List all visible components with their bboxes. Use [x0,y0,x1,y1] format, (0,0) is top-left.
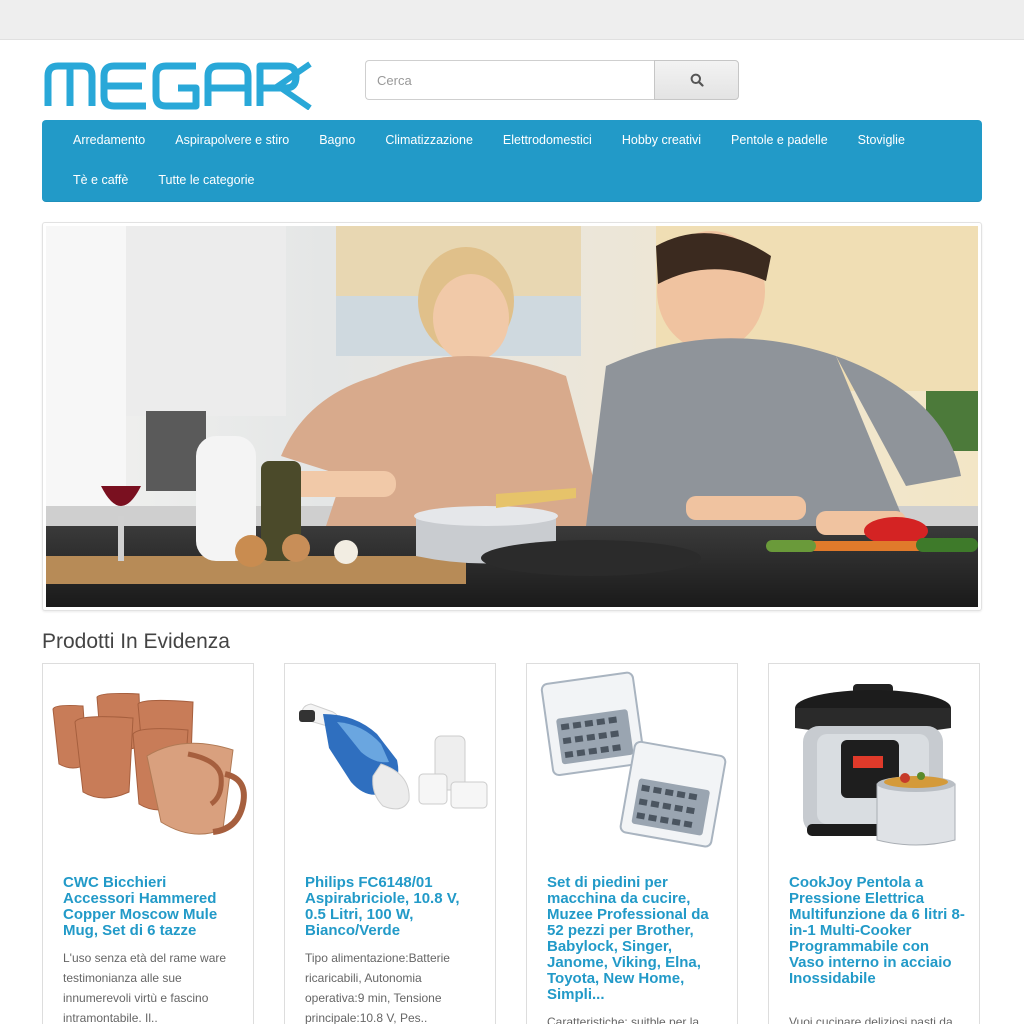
product-description: Caratteristiche: suitble per la [547,1015,700,1024]
nav-item-hobby[interactable]: Hobby creativi [607,120,716,160]
nav-item-pentole[interactable]: Pentole e padelle [716,120,843,160]
search-bar [365,60,739,100]
nav-item-elettrodomestici[interactable]: Elettrodomestici [488,120,607,160]
category-menu: Arredamento Aspirapolvere e stiro Bagno … [42,120,982,202]
nav-item-aspirapolvere[interactable]: Aspirapolvere e stiro [160,120,304,160]
kitchen-photo [46,226,978,607]
product-description: L'uso senza età del rame ware testimonia… [63,951,227,1024]
product-description: Vuoi cucinare deliziosi pasti da [789,1015,953,1024]
product-title[interactable]: CWC Bicchieri Accessori Hammered Copper … [63,875,239,939]
pressure-cooker-image[interactable] [769,664,979,864]
nav-item-bagno[interactable]: Bagno [304,120,370,160]
nav-item-climatizzazione[interactable]: Climatizzazione [370,120,488,160]
product-description: Tipo alimentazione:Batterie ricaricabili… [305,951,450,1024]
product-title[interactable]: Philips FC6148/01 Aspirabriciole, 10.8 V… [305,875,481,939]
product-title[interactable]: CookJoy Pentola a Pressione Elettrica Mu… [789,875,965,987]
megapk-logo[interactable] [42,58,312,110]
product-card[interactable]: CWC Bicchieri Accessori Hammered Copper … [42,663,254,1024]
search-icon [690,73,704,87]
hero-banner[interactable] [42,222,982,611]
nav-item-tutte-categorie[interactable]: Tutte le categorie [143,160,269,200]
featured-products-title: Prodotti In Evidenza [42,630,230,653]
handheld-vacuum-image[interactable] [285,664,495,864]
nav-item-stoviglie[interactable]: Stoviglie [843,120,920,160]
product-card[interactable]: CookJoy Pentola a Pressione Elettrica Mu… [768,663,980,1024]
product-card[interactable]: Set di piedini per macchina da cucire, M… [526,663,738,1024]
search-input[interactable] [365,60,655,100]
product-title[interactable]: Set di piedini per macchina da cucire, M… [547,875,723,1003]
product-card[interactable]: Philips FC6148/01 Aspirabriciole, 10.8 V… [284,663,496,1024]
copper-mugs-image[interactable] [43,664,253,864]
sewing-feet-set-image[interactable] [527,664,737,864]
top-bar [0,0,1024,40]
nav-item-te-caffe[interactable]: Tè e caffè [58,160,143,200]
search-button[interactable] [654,60,739,100]
nav-item-arredamento[interactable]: Arredamento [58,120,160,160]
